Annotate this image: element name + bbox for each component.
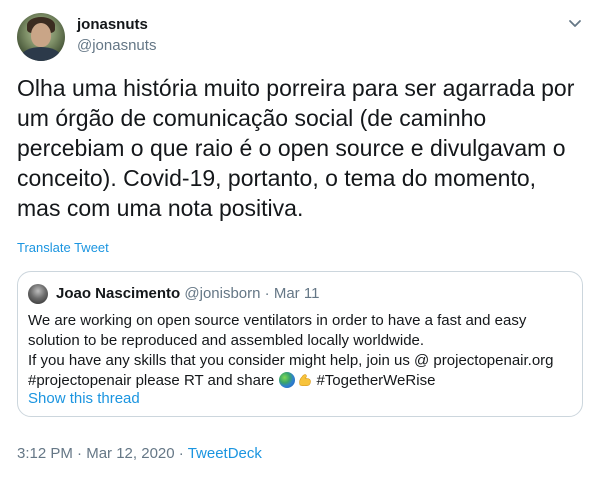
quoted-text-line: solution to be reproduced and assembled … <box>28 332 425 349</box>
flexed-biceps-emoji-icon <box>299 374 312 387</box>
tweet-text: Olha uma história muito porreira para se… <box>17 73 582 223</box>
quoted-tweet[interactable]: Joao Nascimento @jonisborn · Mar 11 We a… <box>17 271 583 417</box>
quoted-text-line: If you have any skills that you consider… <box>28 352 554 369</box>
quoted-text-hashtags: #projectopenair please RT and share <box>28 372 275 389</box>
tweet-text-line: percebiam o que raio é o open source e d… <box>17 135 566 161</box>
author-name[interactable]: jonasnuts <box>77 16 148 33</box>
quoted-text-line: We are working on open source ventilator… <box>28 312 527 329</box>
tweet-source-link[interactable]: TweetDeck <box>188 445 262 462</box>
quoted-tweet-header: Joao Nascimento @jonisborn · Mar 11 <box>56 285 319 302</box>
tweet-text-line: mas com uma nota positiva. <box>17 195 304 221</box>
tweet-meta: 3:12 PM · Mar 12, 2020 · TweetDeck <box>17 445 262 462</box>
quoted-text-line: #projectopenair please RT and share #Tog… <box>28 371 576 391</box>
show-thread-link[interactable]: Show this thread <box>28 390 140 407</box>
meta-separator: · <box>178 445 184 462</box>
quoted-separator: · <box>264 285 270 302</box>
globe-emoji-icon <box>279 372 296 388</box>
meta-separator: · <box>77 445 83 462</box>
author-avatar[interactable] <box>17 13 65 61</box>
chevron-down-icon[interactable] <box>566 14 584 32</box>
quoted-author-handle: @jonisborn <box>184 285 261 302</box>
quoted-author-name: Joao Nascimento <box>56 285 181 302</box>
quoted-date: Mar 11 <box>273 285 320 302</box>
quoted-tweet-text: We are working on open source ventilator… <box>28 311 576 391</box>
tweet-text-line: Olha uma história muito porreira para se… <box>17 75 575 101</box>
avatar-shoulders <box>21 47 61 61</box>
quoted-author-avatar <box>28 284 48 304</box>
tweet-text-line: um órgão de comunicação social (de camin… <box>17 105 487 131</box>
author-handle[interactable]: @jonasnuts <box>77 37 156 54</box>
tweet-date[interactable]: Mar 12, 2020 <box>86 445 174 462</box>
quoted-text-hashtag[interactable]: #TogetherWeRise <box>316 372 435 389</box>
translate-tweet-link[interactable]: Translate Tweet <box>17 240 109 255</box>
tweet-text-line: conceito). Covid-19, portanto, o tema do… <box>17 165 537 191</box>
avatar-face <box>31 23 51 47</box>
tweet-time[interactable]: 3:12 PM <box>17 445 73 462</box>
